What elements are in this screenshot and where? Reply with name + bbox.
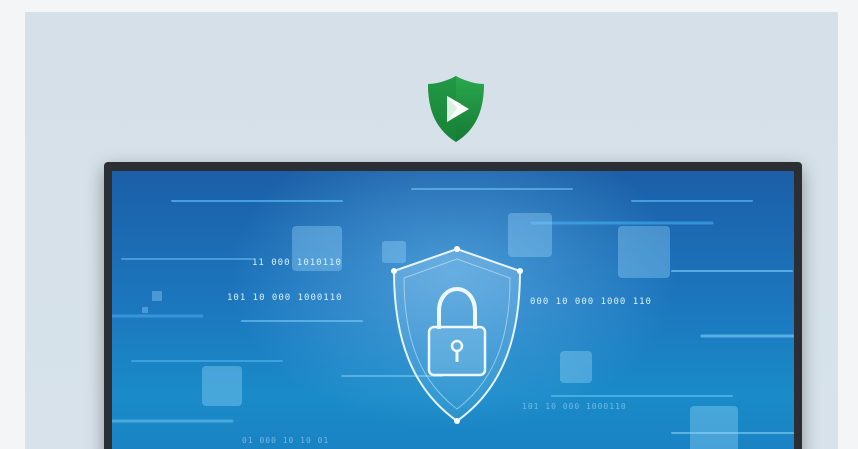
monitor-frame: 11 000 1010110 101 10 000 1000110 000 10… [104, 162, 802, 449]
play-protect-shield-icon [428, 76, 484, 142]
code-line: 01 000 10 10 01 [242, 436, 330, 445]
padlock-shield-icon [391, 246, 523, 424]
code-line: 101 10 000 1000110 [227, 293, 343, 303]
code-line: 11 000 1010110 [252, 258, 342, 268]
code-line: 101 10 000 1000110 [522, 402, 627, 411]
code-line: 000 10 000 1000 110 [530, 297, 652, 307]
hero-panel: 11 000 1010110 101 10 000 1000110 000 10… [25, 12, 838, 449]
monitor-screen: 11 000 1010110 101 10 000 1000110 000 10… [112, 171, 794, 449]
